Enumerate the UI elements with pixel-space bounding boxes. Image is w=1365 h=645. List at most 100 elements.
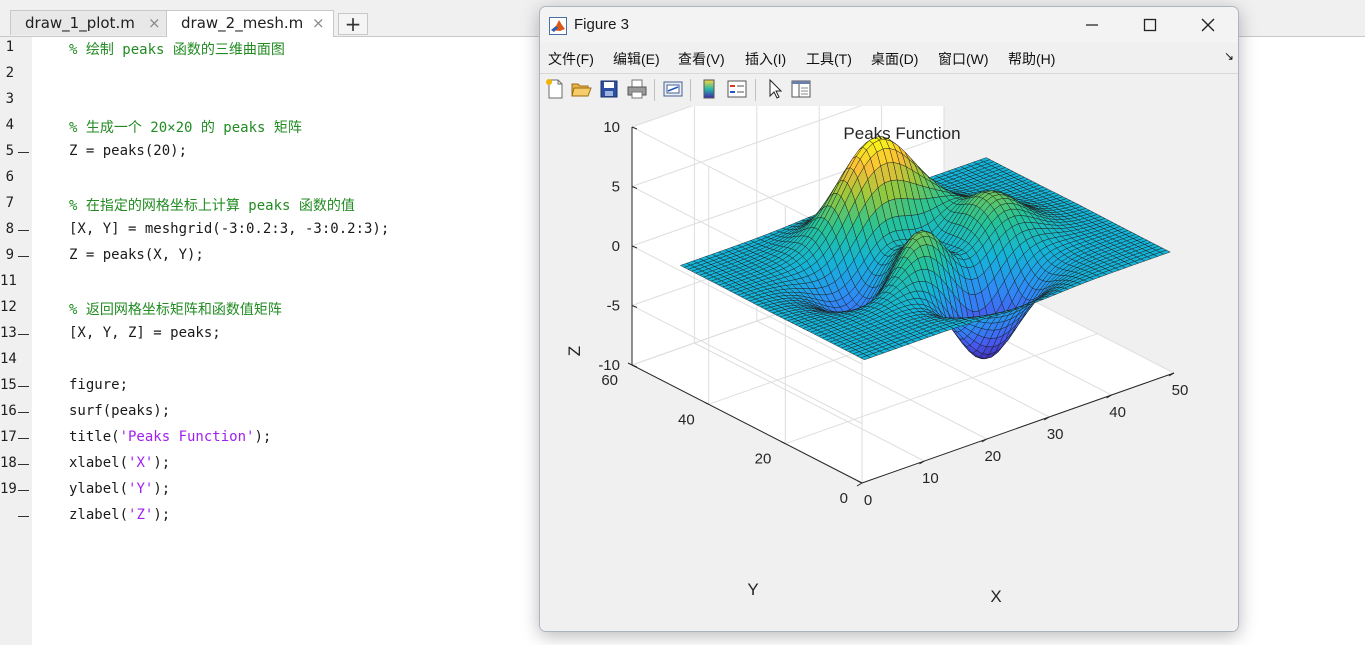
minimize-icon: [1086, 24, 1098, 26]
maximize-button[interactable]: [1121, 7, 1179, 43]
x-tick-label: 50: [1172, 382, 1189, 399]
tab-draw-2-mesh[interactable]: draw_2_mesh.m ×: [166, 10, 334, 37]
line-number: 15: [0, 377, 17, 393]
z-tick-label: 10: [603, 119, 620, 136]
code-line[interactable]: ylabel('Y');: [69, 481, 170, 497]
legend-icon[interactable]: [726, 78, 748, 100]
code-string: 'Peaks Function': [119, 429, 255, 445]
line-number: 4: [5, 117, 14, 133]
plot-area[interactable]: 0 10 20 30 40 50 0 20 40 60 -10 -5 0 5 10 Peaks Functi…: [540, 106, 1238, 631]
figure-title-bar[interactable]: Figure 3: [540, 7, 1238, 43]
z-tick-label: 0: [612, 238, 620, 255]
menu-file[interactable]: 文件(F): [548, 49, 594, 69]
code-comment[interactable]: % 返回网格坐标矩阵和函数值矩阵: [69, 299, 282, 319]
close-button[interactable]: [1179, 7, 1237, 43]
y-tick-label: 40: [678, 411, 695, 428]
x-tick-mark: [856, 482, 863, 487]
code-line[interactable]: [X, Y] = meshgrid(-3:0.2:3, -3:0.2:3);: [69, 221, 389, 237]
code-line[interactable]: surf(peaks);: [69, 403, 170, 419]
line-number: 6: [5, 169, 14, 185]
save-icon[interactable]: [598, 78, 620, 100]
chart-title: Peaks Function: [843, 124, 960, 143]
y-tick-label: 20: [755, 451, 772, 468]
add-tab-button[interactable]: +: [338, 13, 368, 35]
line-number: 16: [0, 403, 17, 419]
colorbar-icon[interactable]: [698, 78, 720, 100]
executable-line-marker[interactable]: [18, 490, 29, 491]
new-figure-icon[interactable]: [544, 78, 566, 100]
figure-toolbar: [540, 73, 1238, 107]
property-editor-icon[interactable]: [790, 78, 812, 100]
line-number: 18: [0, 455, 17, 471]
executable-line-marker[interactable]: [18, 438, 29, 439]
executable-line-marker[interactable]: [18, 256, 29, 257]
x-tick-label: 10: [922, 470, 939, 487]
menu-view[interactable]: 查看(V): [678, 49, 725, 69]
code-line[interactable]: zlabel('Z');: [69, 507, 170, 523]
maximize-icon: [1143, 18, 1157, 32]
x-axis-label: X: [990, 587, 1001, 606]
menu-tools[interactable]: 工具(T): [806, 49, 852, 69]
line-number: 9: [5, 247, 14, 263]
code-line[interactable]: Z = peaks(20);: [69, 143, 187, 159]
close-icon: [1201, 18, 1215, 32]
figure-window[interactable]: Figure 3 文件(F) 编辑(E) 查看(V) 插入(I) 工具(T) 桌…: [539, 6, 1239, 632]
z-tick-label: -5: [607, 298, 620, 315]
line-number: 17: [0, 429, 17, 445]
code-line[interactable]: Z = peaks(X, Y);: [69, 247, 204, 263]
y-tick-label: 0: [840, 490, 848, 507]
z-tick-label: -10: [598, 357, 620, 374]
toolbar-separator: [755, 79, 756, 101]
line-number: 19: [0, 481, 17, 497]
figure-menu-bar: 文件(F) 编辑(E) 查看(V) 插入(I) 工具(T) 桌面(D) 窗口(W…: [540, 44, 1238, 72]
line-number: 3: [5, 91, 14, 107]
executable-line-marker[interactable]: [18, 464, 29, 465]
code-line[interactable]: [X, Y, Z] = peaks;: [69, 325, 221, 341]
line-number: 8: [5, 221, 14, 237]
code-string: 'Y': [128, 481, 154, 497]
menu-edit[interactable]: 编辑(E): [613, 49, 660, 69]
line-number: 12: [0, 299, 17, 315]
code-string: 'X': [128, 455, 154, 471]
executable-line-marker[interactable]: [18, 412, 29, 413]
y-tick-mark: [627, 362, 633, 366]
surface-plot[interactable]: 0 10 20 30 40 50 0 20 40 60-10 -5 0 5 10 Peaks Functi…: [540, 106, 1238, 631]
code-string: 'Z': [128, 507, 154, 523]
pointer-icon[interactable]: [764, 78, 786, 100]
tab-close-icon[interactable]: ×: [312, 14, 325, 32]
code-line[interactable]: xlabel('X');: [69, 455, 170, 471]
x-tick-label: 0: [864, 492, 872, 509]
link-plot-icon[interactable]: [662, 78, 684, 100]
print-icon[interactable]: [626, 78, 648, 100]
y-tick-label: 60: [601, 372, 618, 389]
line-number: 13: [0, 325, 17, 341]
line-number: 5: [5, 143, 14, 159]
x-tick-label: 30: [1047, 426, 1064, 443]
dock-arrow-icon[interactable]: ↘: [1224, 49, 1234, 63]
minimize-button[interactable]: [1063, 7, 1121, 43]
code-line[interactable]: figure;: [69, 377, 128, 393]
z-axis-label: Z: [565, 346, 584, 356]
executable-line-marker[interactable]: [18, 516, 29, 517]
menu-insert[interactable]: 插入(I): [745, 49, 786, 69]
tab-draw-1-plot[interactable]: draw_1_plot.m ×: [10, 10, 168, 35]
x-tick-label: 20: [984, 448, 1001, 465]
executable-line-marker[interactable]: [18, 386, 29, 387]
tab-close-icon[interactable]: ×: [148, 14, 161, 32]
menu-desktop[interactable]: 桌面(D): [871, 49, 918, 69]
executable-line-marker[interactable]: [18, 334, 29, 335]
line-number: 2: [5, 65, 14, 81]
menu-help[interactable]: 帮助(H): [1008, 49, 1055, 69]
line-number: 7: [5, 195, 14, 211]
open-file-icon[interactable]: [570, 78, 592, 100]
executable-line-marker[interactable]: [18, 230, 29, 231]
executable-line-marker[interactable]: [18, 152, 29, 153]
code-comment[interactable]: % 绘制 peaks 函数的三维曲面图: [69, 39, 285, 59]
code-comment[interactable]: % 在指定的网格坐标上计算 peaks 函数的值: [69, 195, 355, 215]
y-axis-label: Y: [747, 580, 758, 599]
figure-title: Figure 3: [574, 16, 630, 33]
menu-window[interactable]: 窗口(W): [938, 49, 989, 69]
z-tick-label: 5: [612, 179, 620, 196]
code-comment[interactable]: % 生成一个 20×20 的 peaks 矩阵: [69, 117, 302, 137]
code-line[interactable]: title('Peaks Function');: [69, 429, 271, 445]
